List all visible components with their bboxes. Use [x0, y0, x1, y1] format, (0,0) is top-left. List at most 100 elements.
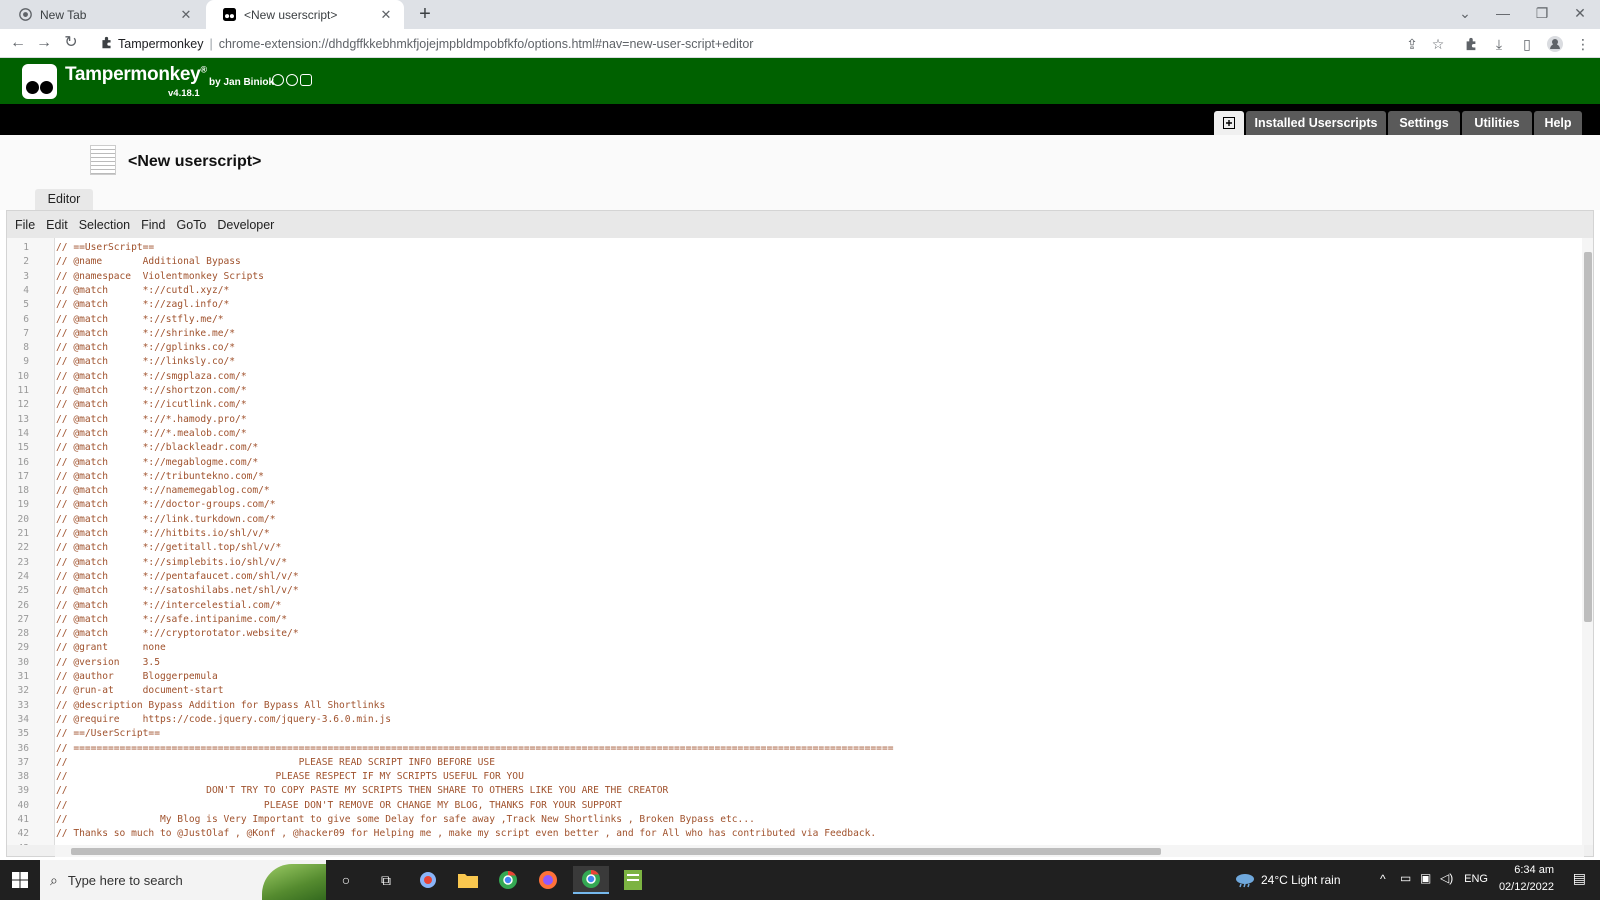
code-line-text: // My Blog is Very Important to give som… — [56, 814, 755, 825]
code-line: 10 // @match *://smgplaza.com/* — [7, 370, 1577, 384]
extension-puzzle-icon — [100, 36, 113, 52]
line-number: 31 — [17, 671, 29, 682]
code-line-text: // @match *://getitall.top/shl/v/* — [56, 542, 282, 554]
code-line: 27 // @match *://safe.intipanime.com/* — [7, 613, 1577, 627]
network-icon[interactable]: ▣ — [1420, 871, 1431, 885]
tab-help[interactable]: Help — [1534, 111, 1582, 135]
taskbar-search-input[interactable]: ⌕ Type here to search — [40, 860, 326, 900]
clock-time[interactable]: 6:34 am — [1514, 864, 1554, 876]
download-icon[interactable]: ⤓ — [1489, 34, 1509, 54]
minimize-button[interactable]: — — [1488, 2, 1518, 24]
code-line-text: // @namespace Violentmonkey Scripts — [56, 270, 264, 282]
line-number: 2 — [23, 256, 29, 268]
app-icon[interactable] — [414, 866, 442, 894]
menu-developer[interactable]: Developer — [217, 218, 274, 232]
browser-menu-icon[interactable]: ⋮ — [1573, 34, 1593, 54]
windows-start-icon[interactable] — [0, 860, 40, 900]
code-line: 29 // @grant none — [7, 641, 1577, 655]
cortana-icon[interactable]: ○ — [332, 866, 360, 894]
code-line-text: // @match *://stfly.me/* — [56, 313, 224, 325]
profile-avatar-icon[interactable] — [1545, 34, 1565, 54]
code-line-text: // ==UserScript== — [56, 242, 155, 253]
line-number: 43 — [7, 842, 29, 845]
close-tab-icon[interactable]: ✕ — [178, 7, 194, 23]
line-number: 24 — [17, 570, 29, 582]
tab-installed-userscripts[interactable]: Installed Userscripts — [1246, 111, 1386, 135]
extensions-icon[interactable] — [1461, 34, 1481, 54]
line-number: 42 — [17, 828, 29, 840]
chrome-active-icon[interactable] — [573, 866, 609, 894]
reload-button[interactable]: ↻ — [61, 33, 81, 53]
line-number: 1 — [23, 242, 29, 253]
menu-selection[interactable]: Selection — [79, 218, 130, 232]
new-tab-button[interactable]: + — [414, 3, 436, 25]
firefox-icon[interactable] — [534, 866, 562, 894]
code-line: 26 // @match *://intercelestial.com/* — [7, 599, 1577, 613]
bookmark-star-icon[interactable]: ☆ — [1428, 34, 1448, 54]
chevron-up-icon[interactable]: ^ — [1380, 872, 1386, 886]
share-icon[interactable]: ⇪ — [1402, 34, 1422, 54]
menu-find[interactable]: Find — [141, 218, 165, 232]
tab-editor[interactable]: Editor — [35, 189, 93, 210]
weather-widget[interactable]: 24°C Light rain — [1235, 872, 1341, 888]
horizontal-scroll-thumb[interactable] — [71, 848, 1161, 855]
code-line-text: // @version 3.5 — [56, 656, 160, 668]
close-window-button[interactable]: ✕ — [1565, 2, 1595, 24]
language-indicator[interactable]: ENG — [1464, 873, 1488, 885]
browser-tab-new-userscript[interactable]: <New userscript> ✕ — [206, 0, 404, 29]
clock-date[interactable]: 02/12/2022 — [1499, 881, 1554, 893]
code-line: 40 // PLEASE DON'T REMOVE OR CHANGE MY BL… — [7, 799, 1577, 813]
address-bar[interactable]: Tampermonkey | chrome-extension://dhdgff… — [94, 32, 1394, 55]
tab-utilities[interactable]: Utilities — [1462, 111, 1532, 135]
code-line-text: // @match *://megablogme.com/* — [56, 456, 259, 468]
line-number: 14 — [17, 427, 29, 439]
vertical-scroll-thumb[interactable] — [1584, 252, 1592, 622]
code-line: 13 // @match *://*.hamody.pro/* — [7, 413, 1577, 427]
code-line: 7 // @match *://shrinke.me/* — [7, 327, 1577, 341]
code-line: 19 // @match *://doctor-groups.com/* — [7, 498, 1577, 512]
browser-tab-strip: New Tab ✕ <New userscript> ✕ + ⌄ — ❐ ✕ — [0, 0, 1600, 29]
menu-file[interactable]: File — [15, 218, 35, 232]
restore-button[interactable]: ❐ — [1527, 2, 1557, 24]
notepad-icon[interactable] — [619, 866, 647, 894]
instagram-icon[interactable] — [300, 74, 312, 86]
code-line-text: // @match *://gplinks.co/* — [56, 342, 236, 354]
volume-icon[interactable]: ◁) — [1440, 871, 1453, 885]
code-line: 28 // @match *://cryptorotator.website/* — [7, 627, 1577, 641]
line-number: 41 — [17, 814, 29, 825]
tab-settings[interactable]: Settings — [1388, 111, 1460, 135]
menu-goto[interactable]: GoTo — [176, 218, 206, 232]
code-line: 30 // @version 3.5 — [7, 656, 1577, 670]
code-line: 24 // @match *://pentafaucet.com/shl/v/* — [7, 570, 1577, 584]
code-line: 42 // Thanks so much to @JustOlaf , @Konf… — [7, 827, 1577, 841]
file-explorer-icon[interactable] — [454, 866, 482, 894]
side-panel-icon[interactable]: ▯ — [1517, 34, 1537, 54]
code-line: 9 // @match *://linksly.co/* — [7, 355, 1577, 369]
tab-search-icon[interactable]: ⌄ — [1450, 2, 1480, 24]
code-line: 31 // @author Bloggerpemula — [7, 670, 1577, 684]
back-button[interactable]: ← — [8, 33, 28, 53]
task-view-icon[interactable]: ⧉ — [372, 866, 400, 894]
meet-now-icon[interactable]: ▭ — [1400, 871, 1411, 885]
search-placeholder: Type here to search — [67, 872, 183, 888]
vertical-scrollbar[interactable] — [1582, 238, 1593, 845]
code-line-text: // @match *://link.turkdown.com/* — [56, 513, 276, 525]
github-icon[interactable] — [272, 74, 284, 86]
menu-edit[interactable]: Edit — [46, 218, 68, 232]
code-text-area[interactable]: 1 // ==UserScript== 2 // @name Additional B… — [7, 238, 1584, 845]
code-line: 4 // @match *://cutdl.xyz/* — [7, 284, 1577, 298]
code-line: 37 // PLEASE READ SCRIPT INFO BEFORE USE — [7, 756, 1577, 770]
line-number: 30 — [17, 656, 29, 668]
code-line: 38 // PLEASE RESPECT IF MY SCRIPTS USEFUL… — [7, 770, 1577, 784]
facebook-icon[interactable] — [286, 74, 298, 86]
browser-tab-new-tab[interactable]: New Tab ✕ — [2, 0, 204, 29]
code-line: 39 // DON'T TRY TO COPY PASTE MY SCRIPTS … — [7, 784, 1577, 798]
horizontal-scrollbar[interactable] — [55, 845, 1584, 857]
code-line-text: // @match *://*.mealob.com/* — [56, 427, 247, 439]
code-line-text: // @match *://safe.intipanime.com/* — [56, 613, 288, 625]
chrome-icon[interactable] — [494, 866, 522, 894]
notifications-icon[interactable]: ▤ — [1573, 870, 1586, 887]
close-tab-icon[interactable]: ✕ — [378, 7, 394, 23]
forward-button[interactable]: → — [34, 33, 54, 53]
new-script-tab-icon[interactable] — [1214, 111, 1244, 135]
